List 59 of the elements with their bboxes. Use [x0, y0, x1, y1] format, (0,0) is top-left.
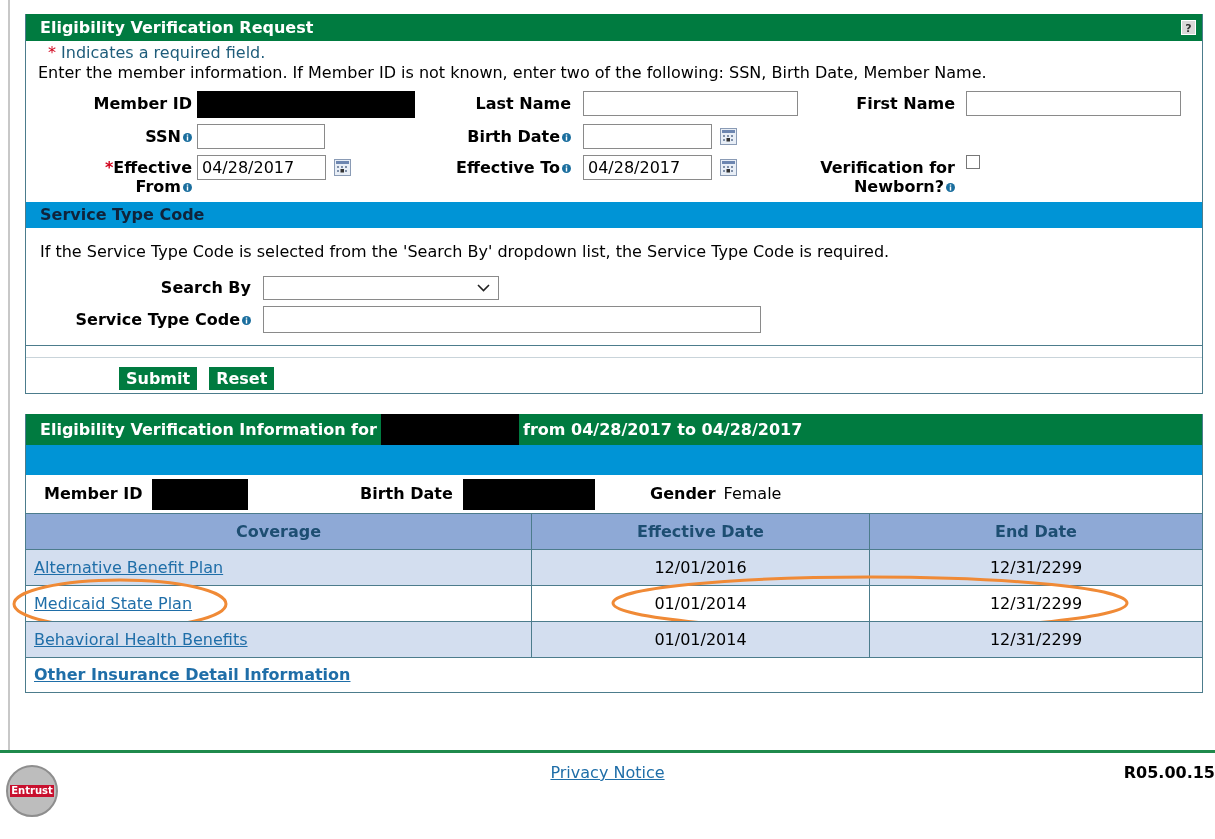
coverage-link[interactable]: Medicaid State Plan: [34, 591, 192, 616]
field-label: *Effective From: [104, 158, 192, 196]
table-cell-text: 12/31/2299: [989, 628, 1083, 651]
form-button[interactable]: Submit: [119, 367, 198, 390]
input-field[interactable]: [263, 306, 761, 333]
calendar-icon[interactable]: [720, 159, 737, 176]
field-label: Service Type Code: [75, 307, 251, 332]
field-label: Birth Date: [467, 127, 571, 146]
section-title: Service Type Code: [40, 204, 205, 226]
table-cell-text: 12/31/2299: [989, 556, 1083, 579]
field-label: Birth Date: [360, 483, 453, 505]
column-header: Effective Date: [637, 520, 764, 543]
info-icon[interactable]: [242, 315, 251, 325]
dropdown[interactable]: [263, 276, 499, 300]
coverage-link[interactable]: Alternative Benefit Plan: [34, 555, 224, 580]
panel-title: from 04/28/2017 to 04/28/2017: [522, 418, 803, 441]
field-value: Female: [723, 483, 782, 505]
calendar-icon[interactable]: [720, 128, 737, 145]
required-note: * Indicates a required field.: [47, 43, 267, 63]
column-header: End Date: [995, 520, 1077, 543]
input-field[interactable]: [966, 91, 1181, 116]
input-field[interactable]: 04/28/2017: [583, 155, 712, 180]
field-label: Member ID: [93, 94, 192, 113]
input-field[interactable]: [583, 124, 712, 149]
table-cell-text: 12/31/2299: [989, 592, 1083, 615]
input-field[interactable]: [197, 124, 325, 149]
insurance-detail-link[interactable]: Other Insurance Detail Information: [34, 663, 351, 687]
field-label: Search By: [160, 277, 251, 299]
info-icon[interactable]: [562, 133, 571, 142]
field-label: Member ID: [44, 483, 143, 505]
privacy-link[interactable]: Privacy Notice: [550, 761, 665, 785]
field-label: Effective To: [456, 158, 571, 177]
field-label: Last Name: [475, 94, 571, 113]
coverage-link[interactable]: Behavioral Health Benefits: [34, 627, 248, 652]
panel-title: Eligibility Verification Request: [40, 16, 314, 39]
field-label: Verification for Newborn?: [819, 158, 955, 196]
panel-title: Eligibility Verification Information for: [40, 418, 377, 441]
version-text: R05.00.15: [1123, 762, 1215, 784]
help-button[interactable]: ?: [1181, 20, 1196, 35]
info-icon[interactable]: [183, 183, 192, 192]
input-field[interactable]: [583, 91, 798, 116]
calendar-icon[interactable]: [334, 159, 351, 176]
instructions-text: Enter the member information. If Member ID is not known, enter two of the following: SSN, Birth Date, Member Name.: [37, 63, 988, 83]
input-field[interactable]: 04/28/2017: [197, 155, 326, 180]
info-icon[interactable]: [183, 133, 192, 142]
table-cell-text: 01/01/2014: [654, 628, 747, 651]
info-icon[interactable]: [562, 164, 571, 173]
section-note: If the Service Type Code is selected from the 'Search By' dropdown list, the Service Type Code is required.: [39, 241, 891, 263]
field-label: SSN: [145, 127, 192, 146]
field-label: First Name: [856, 94, 955, 113]
table-cell-text: 12/01/2016: [654, 556, 747, 579]
table-cell-text: 01/01/2014: [654, 592, 747, 615]
field-label: Gender: [650, 483, 716, 505]
form-button[interactable]: Reset: [209, 367, 275, 390]
info-icon[interactable]: [946, 183, 955, 192]
column-header: Coverage: [236, 520, 321, 543]
seal-text: Entrust: [10, 785, 54, 797]
chevron-down-icon: [477, 284, 490, 292]
checkbox[interactable]: [966, 155, 980, 169]
